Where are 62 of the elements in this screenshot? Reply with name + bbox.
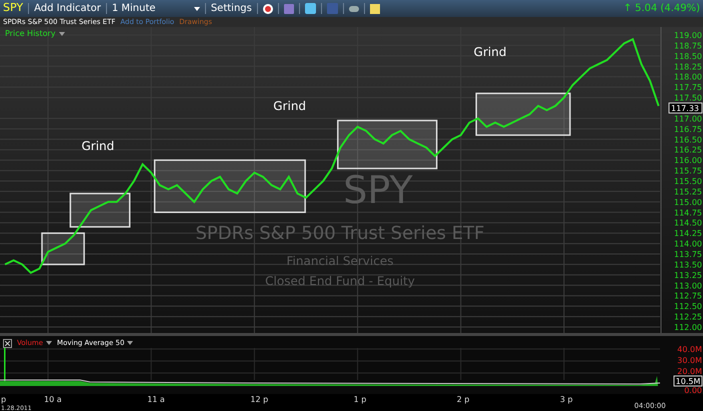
price-axis-label: 119.00 xyxy=(674,31,702,40)
price-axis-label: 112.50 xyxy=(674,302,702,312)
price-axis-label: 112.75 xyxy=(674,292,702,301)
watermark-category: Closed End Fund - Equity xyxy=(265,274,415,288)
caret-icon xyxy=(46,341,52,346)
price-axis-label: 116.75 xyxy=(674,124,702,134)
add-indicator-button[interactable]: Add Indicator xyxy=(34,1,101,16)
watermark-name: SPDRs S&P 500 Trust Series ETF xyxy=(196,223,484,244)
time-axis-label: 10 a xyxy=(44,395,62,404)
last-price-tag: 117.33 xyxy=(668,102,702,114)
price-axis-label: 117.75 xyxy=(674,83,702,92)
price-axis-label: 112.25 xyxy=(674,312,702,322)
annotation-label: Grind xyxy=(81,139,114,154)
price-axis-label: 113.00 xyxy=(674,281,702,290)
volume-axis-label: 40.0M xyxy=(677,345,702,354)
price-axis-label: 118.00 xyxy=(674,72,702,82)
highlight-rectangle xyxy=(70,192,130,228)
close-icon xyxy=(5,340,10,346)
price-history-dropdown[interactable]: Price History xyxy=(5,28,65,40)
price-axis-label: 112.00 xyxy=(674,323,702,332)
watermark-symbol: SPY xyxy=(343,168,413,212)
annotation-label: Grind xyxy=(474,44,506,59)
symbol-label: SPY xyxy=(3,0,24,16)
caret-icon xyxy=(194,6,200,10)
caret-icon xyxy=(127,341,134,346)
time-axis-label: p xyxy=(1,395,6,404)
volume-axis-label: 0.00 xyxy=(684,386,702,394)
time-axis-label: 3 p xyxy=(560,395,573,404)
price-axis-label: 116.50 xyxy=(674,135,702,144)
highlight-rectangle xyxy=(41,232,85,266)
price-axis-label: 115.75 xyxy=(674,166,702,176)
price-axis-label: 116.00 xyxy=(674,156,702,166)
volume-axis-label: 30.0M xyxy=(677,356,702,365)
price-axis-label: 115.00 xyxy=(674,198,702,207)
price-axis-label: 113.25 xyxy=(674,270,702,280)
time-axis-label: 12 p xyxy=(250,395,268,404)
price-axis-label: 113.50 xyxy=(674,260,702,270)
time-axis-label: 11 a xyxy=(147,395,165,404)
price-axis-label: 115.50 xyxy=(674,177,702,186)
price-axis-label: 114.75 xyxy=(674,208,702,218)
price-axis-label: 118.25 xyxy=(674,62,702,72)
price-axis-label: 113.75 xyxy=(674,250,702,259)
price-axis-label: 117.00 xyxy=(674,114,702,124)
price-axis-label: 118.75 xyxy=(674,41,702,50)
time-axis-label: 1 p xyxy=(354,395,366,404)
price-axis-label: 114.00 xyxy=(674,240,702,249)
price-axis-label: 114.50 xyxy=(674,218,702,228)
volume-axis-label: 20.0M xyxy=(677,367,702,376)
interval-dropdown[interactable]: 1 Minute xyxy=(112,1,200,16)
time-axis-label: 2 p xyxy=(456,395,470,404)
price-axis-label: 115.25 xyxy=(674,187,702,196)
price-axis-label: 116.25 xyxy=(674,146,702,155)
price-axis-label: 118.50 xyxy=(674,52,702,61)
annotation-label: Grind xyxy=(273,99,306,114)
last-volume-tag: 10.5M xyxy=(674,376,702,386)
close-button[interactable] xyxy=(3,338,12,348)
price-axis-label: 117.50 xyxy=(674,94,702,103)
caret-icon xyxy=(58,32,65,36)
price-axis-label: 114.25 xyxy=(674,229,702,238)
price-change-text: ↑ 5.04 (4.49%) xyxy=(623,2,700,16)
watermark-sector: Financial Services xyxy=(286,254,394,268)
settings-button[interactable]: Settings xyxy=(210,1,252,16)
